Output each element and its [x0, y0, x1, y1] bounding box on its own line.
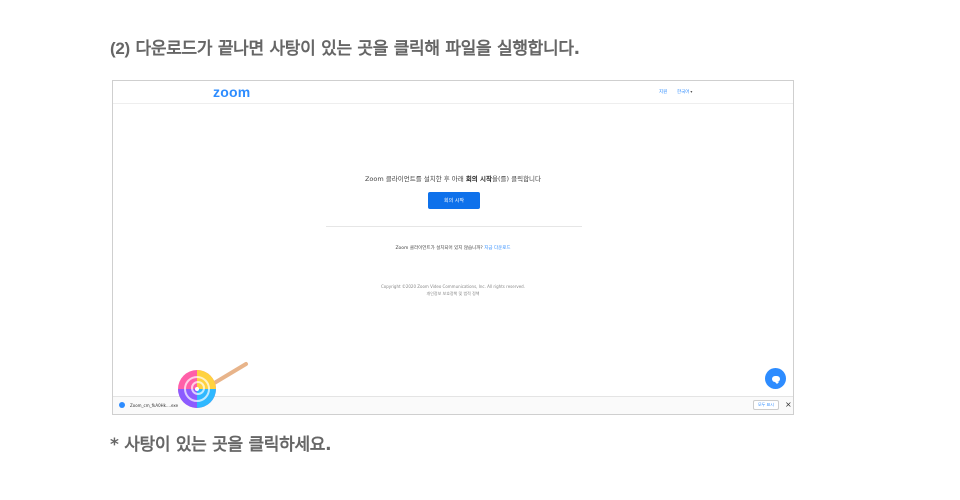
zoom-header: zoom 지원 한국어▾ [113, 81, 793, 104]
launch-instruction: Zoom 클라이언트를 설치한 후 아래 회의 시작을(를) 클릭합니다 [113, 173, 793, 183]
privacy-legal-link[interactable]: 개인정보 보호정책 및 법적 정책 [113, 290, 793, 297]
download-now-link[interactable]: 지금 다운로드 [484, 246, 510, 251]
nav-language-dropdown[interactable]: 한국어▾ [677, 89, 692, 95]
divider [326, 226, 582, 227]
download-prompt: Zoom 클라이언트가 설치되어 있지 않습니까? 지금 다운로드 [113, 245, 793, 251]
step-heading: (2) 다운로드가 끝나면 사탕이 있는 곳을 클릭해 파일을 실행합니다. [110, 34, 580, 59]
show-all-button[interactable]: 모두 표시 [753, 400, 779, 410]
copyright-text: Copyright ©2020 Zoom Video Communication… [381, 284, 525, 289]
copyright: Copyright ©2020 Zoom Video Communication… [113, 283, 793, 297]
launch-meeting-button[interactable]: 회의 시작 [428, 192, 480, 209]
download-filename: Zoom_cm_fkA0Hk....exe [130, 402, 179, 408]
language-label: 한국어 [677, 90, 690, 95]
footnote: * 사탕이 있는 곳을 클릭하세요. [110, 435, 332, 455]
nav-support-link[interactable]: 지원 [659, 89, 667, 95]
zoom-file-icon [119, 402, 125, 408]
step-number: (2) [110, 39, 130, 58]
instruction-prefix: Zoom 클라이언트를 설치한 후 아래 [364, 175, 466, 183]
close-icon[interactable]: × [785, 400, 792, 409]
lollipop-icon[interactable] [176, 358, 252, 414]
chevron-down-icon: ▾ [690, 89, 693, 94]
chat-bubble-icon [771, 375, 780, 384]
step-text: 다운로드가 끝나면 사탕이 있는 곳을 클릭해 파일을 실행합니다. [135, 39, 581, 59]
instruction-bold: 회의 시작 [465, 175, 493, 183]
zoom-logo[interactable]: zoom [213, 84, 250, 100]
download-prompt-text: Zoom 클라이언트가 설치되어 있지 않습니까? [395, 246, 485, 251]
chat-button[interactable] [765, 368, 786, 389]
instruction-suffix: 을(를) 클릭합니다 [492, 175, 542, 183]
download-item[interactable]: Zoom_cm_fkA0Hk....exe [119, 402, 178, 408]
